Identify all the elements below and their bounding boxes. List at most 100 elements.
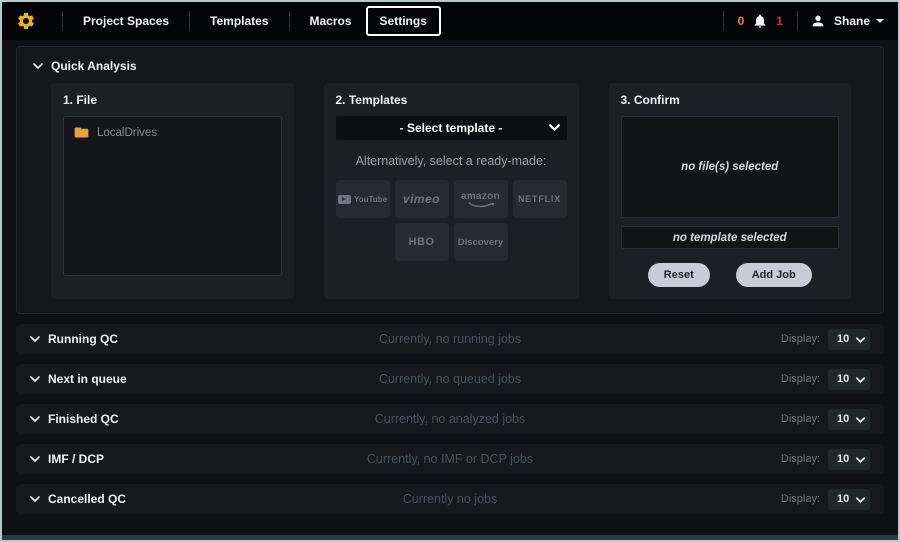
app-logo[interactable] bbox=[16, 11, 36, 31]
nav-separator bbox=[723, 11, 724, 31]
top-nav: Project Spaces Templates Macros Settings… bbox=[2, 2, 898, 40]
nav-item-macros[interactable]: Macros bbox=[302, 8, 360, 34]
section-header[interactable]: Cancelled QC bbox=[30, 492, 126, 506]
templates-panel-title: 2. Templates bbox=[336, 93, 567, 107]
bottom-scrollbar-track[interactable] bbox=[2, 535, 898, 540]
youtube-play-icon bbox=[338, 195, 351, 204]
file-browser: LocalDrives bbox=[63, 116, 282, 276]
display-count-select[interactable]: 10 bbox=[828, 329, 870, 350]
section-next-in-queue: Next in queue Currently, no queued jobs … bbox=[16, 364, 884, 394]
section-header[interactable]: Finished QC bbox=[30, 412, 119, 426]
selected-template-box: no template selected bbox=[621, 226, 840, 249]
brand-label: Discovery bbox=[458, 237, 503, 248]
file-tree-item-label: LocalDrives bbox=[97, 127, 157, 139]
display-count-value: 10 bbox=[837, 333, 849, 345]
section-header[interactable]: Next in queue bbox=[30, 372, 127, 386]
nav-item-templates[interactable]: Templates bbox=[202, 8, 276, 34]
nav-item-settings[interactable]: Settings bbox=[366, 6, 441, 36]
brand-label: vimeo bbox=[403, 192, 440, 206]
confirm-panel: 3. Confirm no file(s) selected no templa… bbox=[609, 83, 852, 299]
chevron-down-icon bbox=[549, 124, 560, 131]
section-title: Cancelled QC bbox=[48, 492, 126, 506]
display-label: Display: bbox=[781, 453, 820, 465]
display-count-value: 10 bbox=[837, 373, 849, 385]
confirm-actions: Reset Add Job bbox=[621, 263, 840, 287]
caret-down-icon[interactable] bbox=[876, 19, 884, 23]
nav-separator bbox=[289, 11, 290, 31]
display-count-select[interactable]: 10 bbox=[828, 409, 870, 430]
brand-button-vimeo[interactable]: vimeo bbox=[395, 180, 449, 218]
template-select[interactable]: - Select template - bbox=[336, 116, 567, 140]
chevron-down-icon bbox=[856, 377, 865, 383]
chevron-down-icon bbox=[856, 457, 865, 463]
file-panel: 1. File LocalDrives bbox=[51, 83, 294, 299]
section-finished-qc: Finished QC Currently, no analyzed jobs … bbox=[16, 404, 884, 434]
display-control: Display: 10 bbox=[781, 369, 870, 390]
section-running-qc: Running QC Currently, no running jobs Di… bbox=[16, 324, 884, 354]
section-title: IMF / DCP bbox=[48, 452, 104, 466]
brand-label: NETFLIX bbox=[518, 194, 561, 204]
brand-label: amazon bbox=[461, 191, 500, 202]
chevron-down-icon bbox=[856, 417, 865, 423]
brand-button-hbo[interactable]: HBO bbox=[395, 223, 449, 261]
section-empty-message: Currently, no queued jobs bbox=[16, 372, 884, 386]
display-count-select[interactable]: 10 bbox=[828, 489, 870, 510]
display-control: Display: 10 bbox=[781, 449, 870, 470]
display-count-value: 10 bbox=[837, 493, 849, 505]
no-template-message: no template selected bbox=[673, 232, 787, 244]
display-label: Display: bbox=[781, 413, 820, 425]
section-title: Next in queue bbox=[48, 372, 127, 386]
brand-button-netflix[interactable]: NETFLIX bbox=[513, 180, 567, 218]
section-header[interactable]: IMF / DCP bbox=[30, 452, 104, 466]
nav-separator bbox=[189, 11, 190, 31]
file-tree-item-localdrives[interactable]: LocalDrives bbox=[74, 126, 271, 139]
main-content: Quick Analysis 1. File LocalDrives bbox=[2, 40, 898, 540]
chevron-down-icon bbox=[30, 416, 40, 422]
display-count-value: 10 bbox=[837, 413, 849, 425]
add-job-button[interactable]: Add Job bbox=[736, 263, 812, 287]
confirm-panel-title: 3. Confirm bbox=[621, 93, 840, 107]
section-cancelled-qc: Cancelled QC Currently no jobs Display: … bbox=[16, 484, 884, 514]
notification-count-badge[interactable]: 0 bbox=[738, 14, 745, 28]
chevron-down-icon bbox=[30, 496, 40, 502]
brand-button-discovery[interactable]: Discovery bbox=[454, 223, 508, 261]
chevron-down-icon bbox=[33, 63, 43, 69]
quick-analysis-header[interactable]: Quick Analysis bbox=[17, 55, 883, 81]
section-empty-message: Currently, no analyzed jobs bbox=[16, 412, 884, 426]
display-count-select[interactable]: 10 bbox=[828, 369, 870, 390]
display-control: Display: 10 bbox=[781, 329, 870, 350]
nav-separator bbox=[797, 11, 798, 31]
nav-item-project-spaces[interactable]: Project Spaces bbox=[75, 8, 177, 34]
display-label: Display: bbox=[781, 333, 820, 345]
selected-files-box: no file(s) selected bbox=[621, 116, 840, 218]
alert-count-badge[interactable]: 1 bbox=[776, 14, 783, 28]
templates-panel: 2. Templates - Select template - Alterna… bbox=[324, 83, 579, 299]
display-count-select[interactable]: 10 bbox=[828, 449, 870, 470]
gear-logo-icon bbox=[16, 11, 36, 31]
person-icon bbox=[810, 13, 826, 29]
folder-icon bbox=[74, 126, 89, 139]
no-files-message: no file(s) selected bbox=[681, 161, 778, 173]
brand-button-amazon[interactable]: amazon bbox=[454, 180, 508, 218]
file-panel-title: 1. File bbox=[63, 93, 282, 107]
section-title: Running QC bbox=[48, 332, 118, 346]
chevron-down-icon bbox=[856, 497, 865, 503]
display-control: Display: 10 bbox=[781, 409, 870, 430]
amazon-smile-icon bbox=[467, 202, 495, 208]
user-menu[interactable]: Shane bbox=[834, 14, 870, 28]
bell-icon[interactable] bbox=[752, 13, 768, 29]
section-header[interactable]: Running QC bbox=[30, 332, 118, 346]
section-empty-message: Currently no jobs bbox=[16, 492, 884, 506]
template-select-value: - Select template - bbox=[400, 121, 503, 135]
chevron-down-icon bbox=[856, 337, 865, 343]
nav-right-group: 0 1 Shane bbox=[711, 11, 884, 31]
quick-analysis-panels: 1. File LocalDrives bbox=[17, 81, 883, 299]
section-empty-message: Currently, no IMF or DCP jobs bbox=[16, 452, 884, 466]
nav-separator bbox=[62, 11, 63, 31]
brand-row-1: YouTube vimeo amazon NETFLIX bbox=[336, 180, 567, 218]
chevron-down-icon bbox=[30, 456, 40, 462]
reset-button[interactable]: Reset bbox=[648, 263, 710, 287]
brand-button-youtube[interactable]: YouTube bbox=[336, 180, 390, 218]
section-imf-dcp: IMF / DCP Currently, no IMF or DCP jobs … bbox=[16, 444, 884, 474]
section-empty-message: Currently, no running jobs bbox=[16, 332, 884, 346]
